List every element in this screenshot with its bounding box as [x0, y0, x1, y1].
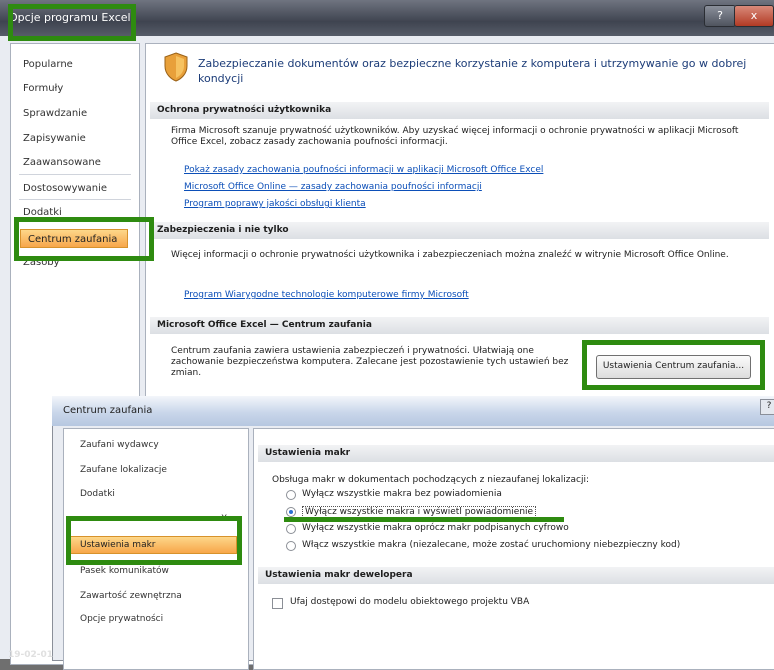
sidebar-item-zapisywanie[interactable]: Zapisywanie	[23, 133, 86, 144]
dialog-sidebar-trusted-locations[interactable]: Zaufane lokalizacje	[80, 465, 167, 475]
macro-option-3-radio[interactable]	[286, 524, 296, 534]
dialog-sidebar-message-bar[interactable]: Pasek komunikatów	[80, 566, 169, 576]
macro-option-4-radio[interactable]	[286, 541, 296, 551]
security-text: Więcej informacji o ochronie prywatności…	[171, 250, 729, 260]
highlight-underline	[284, 517, 564, 522]
close-button[interactable]: x	[734, 5, 774, 27]
sidebar-item-sprawdzanie[interactable]: Sprawdzanie	[23, 108, 87, 119]
page-header: Zabezpieczanie dokumentów oraz bezpieczn…	[198, 57, 747, 85]
dialog-sidebar-privacy-options[interactable]: Opcje prywatności	[80, 614, 163, 624]
macro-option-4-label[interactable]: Włącz wszystkie makra (niezalecane, może…	[302, 540, 680, 550]
macro-option-3-label[interactable]: Wyłącz wszystkie makra oprócz makr podpi…	[302, 523, 569, 533]
section-security-title: Zabezpieczenia i nie tylko	[150, 222, 769, 239]
sidebar-item-zaawansowane[interactable]: Zaawansowane	[23, 157, 101, 168]
section-privacy-title: Ochrona prywatności użytkownika	[150, 102, 769, 119]
security-link-twc[interactable]: Program Wiarygodne technologie komputero…	[184, 290, 469, 300]
highlight-trust-settings-button	[582, 340, 765, 390]
dialog-title: Centrum zaufania	[63, 405, 153, 416]
sidebar-divider	[19, 199, 131, 200]
macro-option-1-radio[interactable]	[286, 490, 296, 500]
macro-settings-title: Ustawienia makr	[258, 445, 774, 462]
highlight-macro-settings-item	[66, 516, 242, 565]
vba-trust-label[interactable]: Ufaj dostępowi do modelu obiektowego pro…	[290, 597, 529, 607]
privacy-text: Firma Microsoft szanuje prywatność użytk…	[171, 126, 739, 147]
sidebar-item-dostosowywanie[interactable]: Dostosowywanie	[23, 183, 107, 194]
dialog-sidebar-trusted-publishers[interactable]: Zaufani wydawcy	[80, 440, 159, 450]
privacy-link-ceip[interactable]: Program poprawy jakości obsługi klienta	[184, 199, 366, 209]
sidebar-item-formuly[interactable]: Formuły	[23, 83, 63, 94]
sidebar-item-popularne[interactable]: Popularne	[23, 59, 73, 70]
shield-icon	[164, 52, 188, 82]
dialog-help-button[interactable]: ?	[760, 399, 774, 415]
highlight-trust-center-item	[14, 217, 154, 261]
section-trust-title: Microsoft Office Excel — Centrum zaufani…	[150, 317, 769, 334]
trust-text: Centrum zaufania zawiera ustawienia zabe…	[171, 346, 569, 378]
vba-trust-checkbox[interactable]	[272, 598, 283, 609]
sidebar-divider	[19, 174, 131, 175]
dialog-sidebar-external-content[interactable]: Zawartość zewnętrzna	[80, 591, 182, 601]
dialog-title-bar	[52, 396, 774, 426]
highlight-window-title	[8, 4, 136, 41]
dialog-sidebar-addins[interactable]: Dodatki	[80, 489, 115, 499]
privacy-link-excel[interactable]: Pokaż zasady zachowania poufności inform…	[184, 165, 543, 175]
developer-macro-settings-title: Ustawienia makr dewelopera	[258, 567, 774, 584]
macro-intro-text: Obsługa makr w dokumentach pochodzących …	[272, 475, 590, 485]
privacy-link-online[interactable]: Microsoft Office Online — zasady zachowa…	[184, 182, 482, 192]
macro-option-2-radio[interactable]	[286, 507, 296, 517]
macro-option-1-label[interactable]: Wyłącz wszystkie makra bez powiadomienia	[302, 489, 502, 499]
help-button[interactable]: ?	[704, 5, 736, 27]
